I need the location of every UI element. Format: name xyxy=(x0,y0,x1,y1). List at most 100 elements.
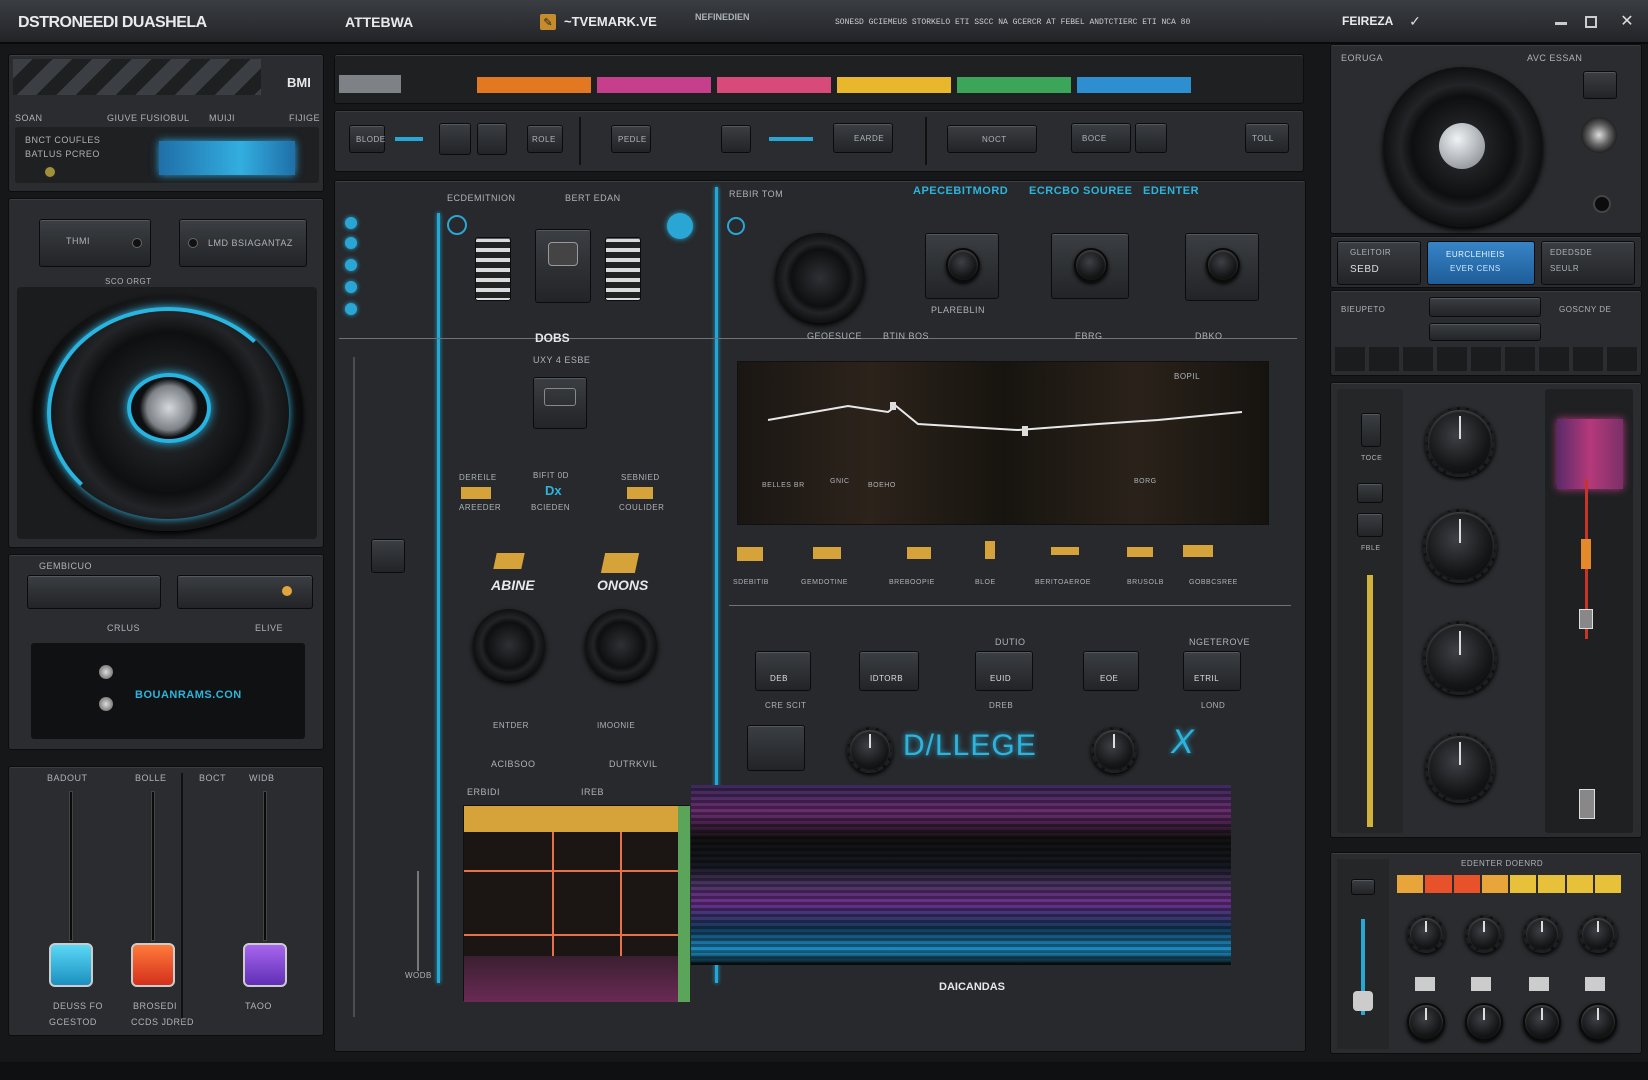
fx-knob[interactable] xyxy=(1579,1003,1617,1041)
right-mode-button[interactable]: GLEITOIR SEBD xyxy=(1337,241,1421,285)
platter-cap[interactable] xyxy=(1439,123,1485,169)
deck-button-1[interactable] xyxy=(27,575,161,609)
side-button[interactable] xyxy=(1357,513,1383,537)
fx-button[interactable] xyxy=(1471,977,1491,991)
menu-item-3[interactable]: NEFINEDIEN xyxy=(695,12,750,22)
right-dial[interactable] xyxy=(1581,117,1617,153)
tab-label[interactable]: APECEBITMORD xyxy=(913,185,1008,197)
selector-chip[interactable] xyxy=(461,487,491,499)
fx-knob[interactable] xyxy=(1407,915,1445,953)
right-row-button[interactable] xyxy=(1429,297,1541,317)
fx-button[interactable] xyxy=(1585,977,1605,991)
tool-button[interactable] xyxy=(721,125,751,153)
fx-knob[interactable] xyxy=(1579,915,1617,953)
jog-center-cap[interactable] xyxy=(127,373,211,443)
right-knob-1[interactable] xyxy=(1425,407,1495,477)
strip-segment[interactable] xyxy=(597,77,711,93)
side-fader-cap[interactable] xyxy=(1353,991,1373,1011)
pin-icon[interactable]: ✓ xyxy=(1408,13,1422,29)
knob-speaker[interactable] xyxy=(585,609,657,681)
rail-button[interactable] xyxy=(371,539,405,573)
right-mode-button-active[interactable]: EURCLEHIEIS EVER CENS xyxy=(1427,241,1535,285)
active-indicator[interactable] xyxy=(667,213,693,239)
chip-button[interactable] xyxy=(533,377,587,429)
tool-button[interactable]: BLODE xyxy=(349,125,385,153)
tool-button[interactable]: TOLL xyxy=(1245,123,1289,153)
strip-segment[interactable] xyxy=(957,77,1071,93)
fx-chip[interactable] xyxy=(1183,545,1213,557)
toggle-switch[interactable] xyxy=(535,229,591,303)
right-knob-2[interactable] xyxy=(1423,509,1497,583)
side-switch[interactable] xyxy=(1361,413,1381,447)
rail-dot[interactable] xyxy=(345,237,357,249)
right-row-button[interactable] xyxy=(1429,323,1541,341)
strip-segment[interactable] xyxy=(717,77,831,93)
fader-2[interactable] xyxy=(131,791,175,1001)
envelope-graph[interactable]: BOPIL BELLES BR GNIC BOEHO BORG xyxy=(737,361,1269,525)
tool-button[interactable] xyxy=(477,123,507,155)
grid-display[interactable] xyxy=(463,805,690,1002)
tab-label[interactable]: ECRCBO xyxy=(1029,185,1080,197)
fx-knob[interactable] xyxy=(1465,915,1503,953)
circle-indicator[interactable] xyxy=(447,215,467,235)
deck-button-2[interactable] xyxy=(177,575,313,609)
strip-segment[interactable] xyxy=(477,77,591,93)
pad-button[interactable] xyxy=(1051,233,1129,299)
close-icon[interactable]: ✕ xyxy=(1618,12,1636,30)
right-small-button[interactable] xyxy=(1583,71,1617,99)
rail-dot[interactable] xyxy=(345,217,357,229)
tool-button[interactable]: PEDLE xyxy=(611,125,651,153)
right-mode-button[interactable]: EDEDSDE SEULR xyxy=(1541,241,1635,285)
fx-knob[interactable] xyxy=(1523,1003,1561,1041)
pad-button[interactable] xyxy=(1185,233,1259,301)
fx-button[interactable] xyxy=(1529,977,1549,991)
tab-label[interactable]: EDENTER xyxy=(1143,185,1199,197)
tool-button[interactable] xyxy=(439,123,471,155)
tool-button[interactable]: EARDE xyxy=(833,123,893,153)
maximize-icon[interactable] xyxy=(1585,16,1597,28)
fx-chip[interactable] xyxy=(985,541,995,559)
fx-chip[interactable] xyxy=(907,547,931,559)
minimize-icon[interactable] xyxy=(1555,22,1567,25)
fader-1[interactable] xyxy=(49,791,93,1001)
device-button-2[interactable]: LMD BSIAGANTAZ xyxy=(179,219,307,267)
fx-chip[interactable] xyxy=(813,547,841,559)
right-menu-label[interactable]: FEIREZA xyxy=(1342,14,1393,28)
tool-button[interactable] xyxy=(1135,123,1167,153)
module-button[interactable]: EUID xyxy=(975,651,1033,691)
menu-item-1[interactable]: ATTEBWA xyxy=(345,14,413,30)
tab-label[interactable]: SOUREE xyxy=(1083,185,1132,197)
fader-cap-cyan[interactable] xyxy=(49,943,93,987)
module-button[interactable]: ETRIL xyxy=(1183,651,1241,691)
strip-segment[interactable] xyxy=(837,77,951,93)
spectrum-display[interactable] xyxy=(691,785,1231,965)
fx-chip[interactable] xyxy=(1127,547,1153,557)
module-button[interactable] xyxy=(747,725,805,771)
rail-dot[interactable] xyxy=(345,259,357,271)
device-button-1[interactable]: THMI xyxy=(39,219,151,267)
fx-button[interactable] xyxy=(1415,977,1435,991)
side-button[interactable] xyxy=(1351,879,1375,895)
menu-item-2[interactable]: ~TVEMARK.VE xyxy=(564,14,657,29)
right-knob-4[interactable] xyxy=(1425,733,1495,803)
selector-chip[interactable] xyxy=(627,487,653,499)
knob-speaker[interactable] xyxy=(473,609,545,681)
fader-3[interactable] xyxy=(243,791,287,1001)
meter-marker[interactable] xyxy=(1579,789,1595,819)
meter-marker[interactable] xyxy=(1579,609,1593,629)
rail-dot[interactable] xyxy=(345,303,357,315)
fx-chip[interactable] xyxy=(1051,547,1079,555)
module-button[interactable]: EOE xyxy=(1083,651,1139,691)
switch-stack[interactable] xyxy=(475,237,511,301)
mod-knob[interactable] xyxy=(1091,727,1137,773)
side-button[interactable] xyxy=(1357,483,1383,503)
tool-button[interactable]: NOCT xyxy=(947,125,1037,153)
fx-knob[interactable] xyxy=(1407,1003,1445,1041)
module-button[interactable]: IDTORB xyxy=(859,651,919,691)
wand-icon[interactable]: ✎ xyxy=(540,14,556,30)
fx-knob[interactable] xyxy=(1523,915,1561,953)
fader-cap-purple[interactable] xyxy=(243,943,287,987)
strip-segment[interactable] xyxy=(1077,77,1191,93)
tool-button[interactable]: BOCE xyxy=(1071,123,1131,153)
mod-knob[interactable] xyxy=(847,727,893,773)
